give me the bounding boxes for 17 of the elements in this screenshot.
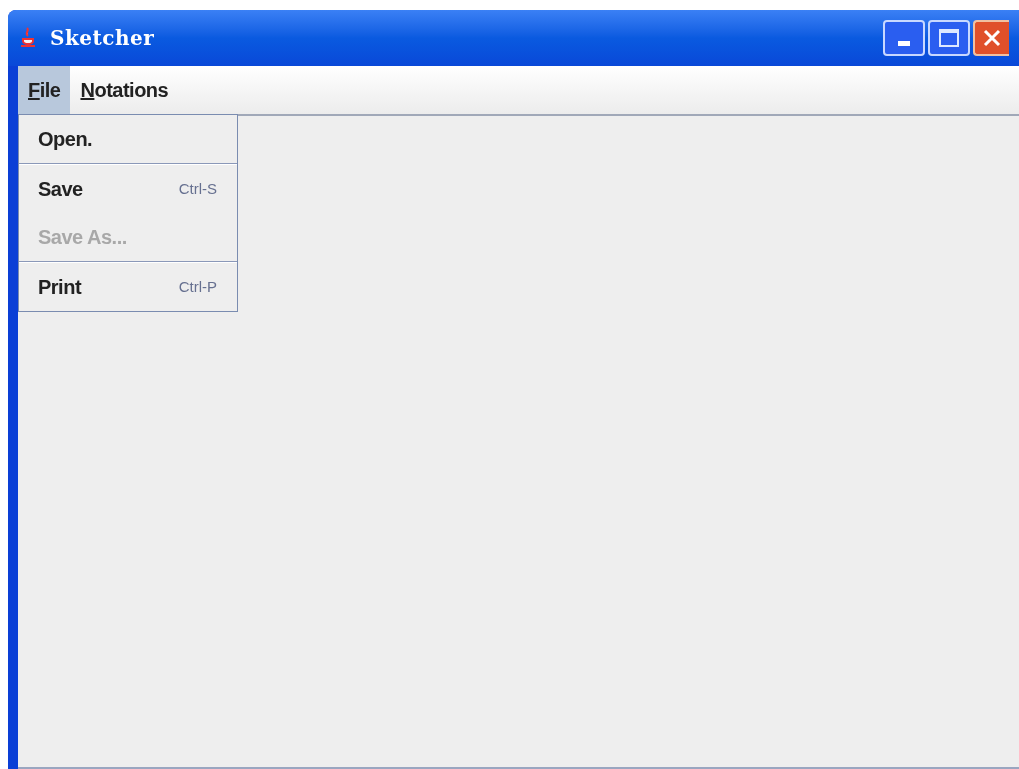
menu-option[interactable]: Print Ctrl-P [19, 263, 237, 311]
shortcut-label: Ctrl-P [178, 276, 217, 297]
close-button[interactable] [973, 20, 1009, 56]
window-title: Sketcher [50, 25, 155, 52]
menu-item[interactable]: File [18, 66, 71, 114]
option-label: Save As... [38, 225, 127, 250]
close-icon [982, 28, 1002, 48]
menu-item[interactable]: Notations [70, 66, 179, 114]
menu-option[interactable]: Open. [19, 115, 237, 163]
option-label: Save [38, 177, 83, 202]
option-label: Print [38, 275, 82, 300]
maximize-button[interactable] [928, 20, 970, 56]
option-label: Open. [38, 127, 93, 152]
coffee-cup-icon [18, 27, 38, 49]
menu-option[interactable]: Save Ctrl-S [19, 165, 237, 213]
minimize-button[interactable] [883, 20, 925, 56]
shortcut-label: Ctrl-S [178, 178, 217, 199]
